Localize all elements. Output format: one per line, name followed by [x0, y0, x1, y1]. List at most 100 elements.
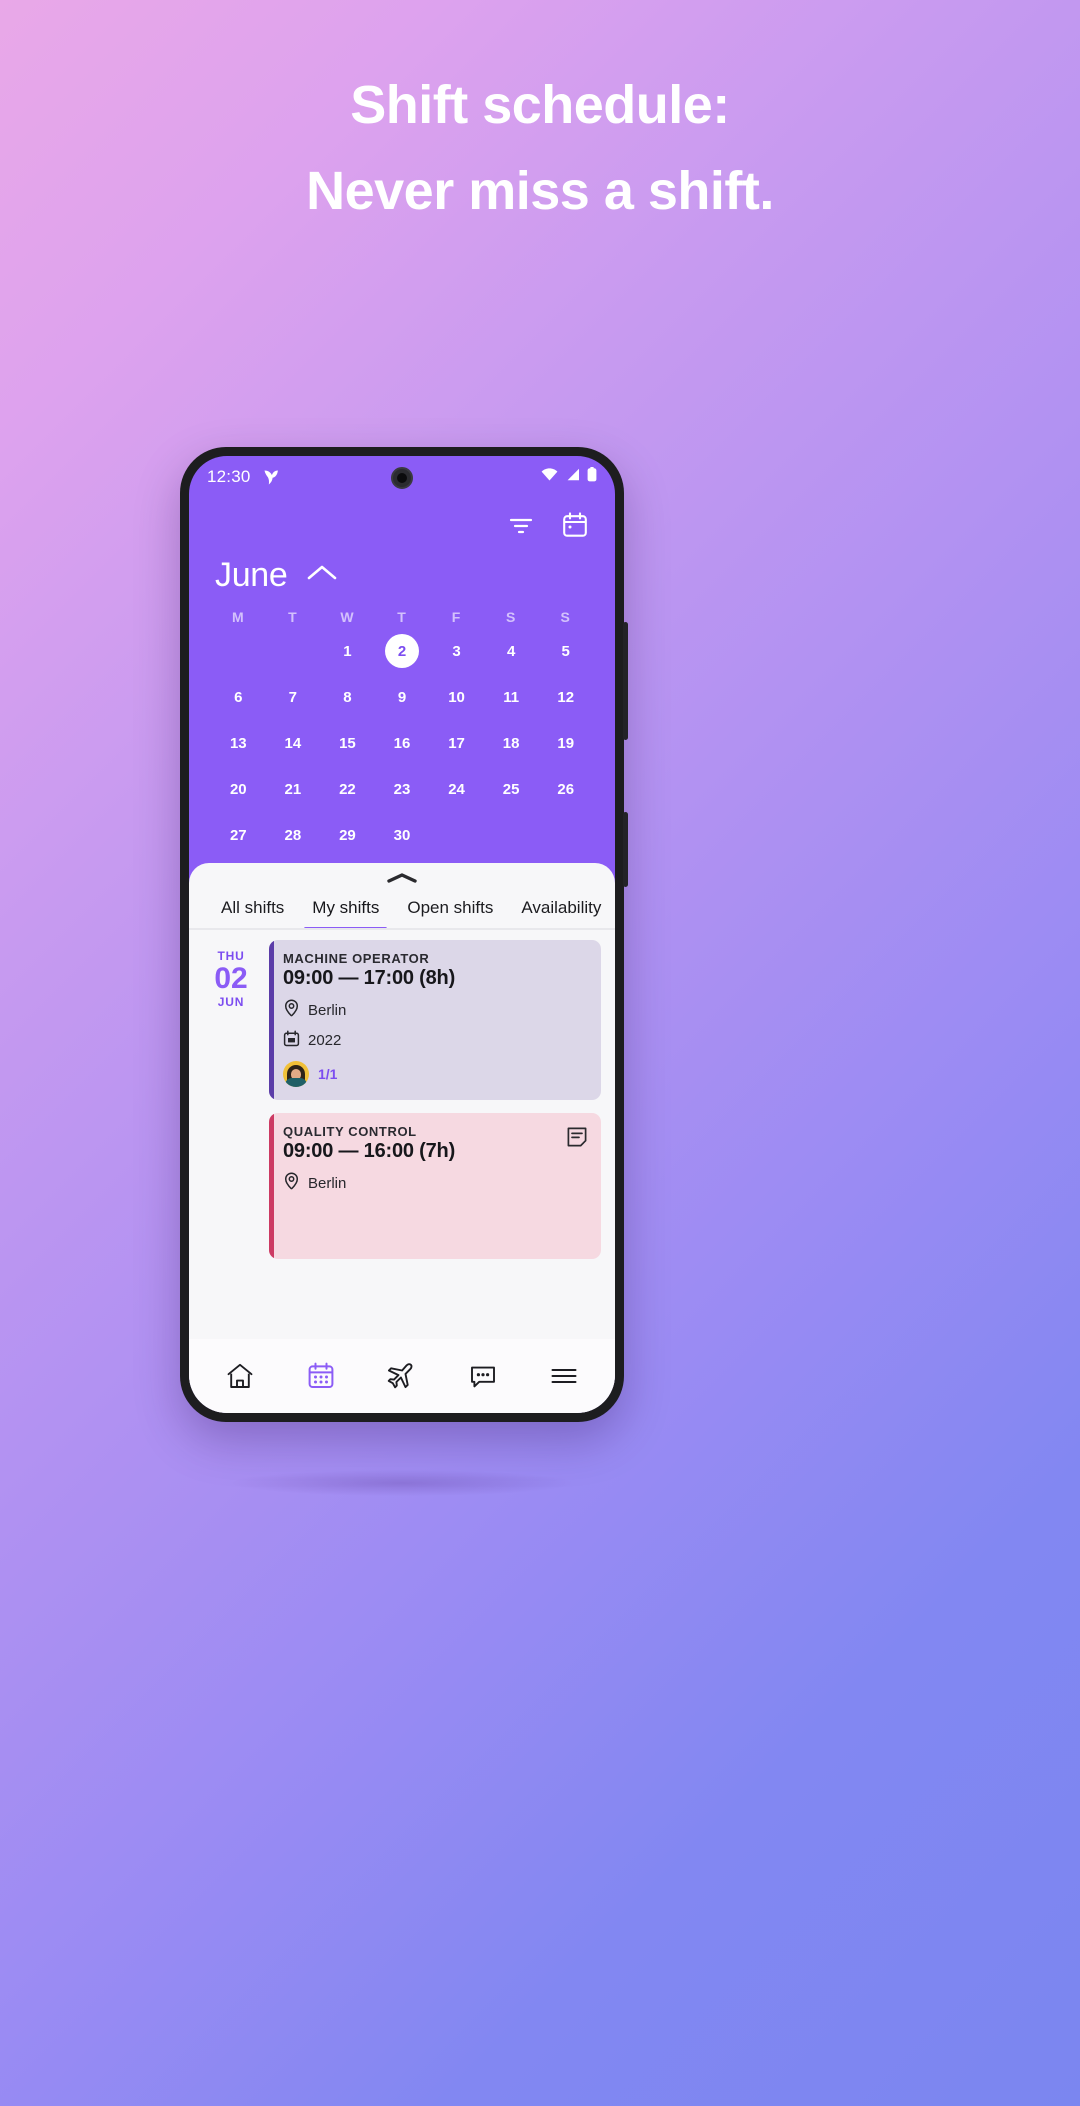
calendar-day-12[interactable]: 12	[538, 677, 593, 717]
calendar-day-21[interactable]: 21	[266, 769, 321, 809]
chevron-up-icon[interactable]	[306, 563, 338, 588]
shift-time-range: 09:00 — 16:00 (7h)	[283, 1140, 456, 1162]
nav-calendar-icon[interactable]	[306, 1361, 336, 1391]
promo-headline-line2: Never miss a shift.	[306, 161, 774, 221]
calendar-day-6[interactable]: 6	[211, 677, 266, 717]
shift-list-item[interactable]: THU 02 JUN MACHINE OPERATOR 09:00 — 17:0…	[203, 940, 601, 1100]
shift-role: QUALITY CONTROL	[283, 1124, 417, 1139]
calendar-day-14[interactable]: 14	[266, 723, 321, 763]
shift-location: Berlin	[283, 1172, 587, 1194]
shift-list-item[interactable]: QUALITY CONTROL 09:00 — 16:00 (7h) Berli…	[203, 1113, 601, 1259]
bird-logo-icon	[263, 468, 283, 486]
front-camera	[391, 467, 413, 489]
calendar-actions	[211, 498, 593, 552]
shift-role: MACHINE OPERATOR	[283, 951, 430, 966]
shift-group-label: 2022	[308, 1032, 342, 1049]
tab-open-shifts[interactable]: Open shifts	[393, 892, 507, 928]
calendar-day-18[interactable]: 18	[484, 723, 539, 763]
calendar-day-22[interactable]: 22	[320, 769, 375, 809]
shift-list-sheet: All shifts My shifts Open shifts Availab…	[189, 863, 615, 1413]
calendar-day-4[interactable]: 4	[484, 631, 539, 671]
month-selector[interactable]: June	[211, 552, 593, 609]
calendar-day-empty	[211, 631, 266, 671]
calendar-day-8[interactable]: 8	[320, 677, 375, 717]
calendar-day-9[interactable]: 9	[375, 677, 430, 717]
calendar-week-row: 27 28 29 30	[211, 815, 593, 855]
calendar-day-19[interactable]: 19	[538, 723, 593, 763]
calendar-weekday-header: M T W T F S S	[211, 609, 593, 625]
calendar-day-23[interactable]: 23	[375, 769, 430, 809]
calendar-day-20[interactable]: 20	[211, 769, 266, 809]
calendar-day-16[interactable]: 16	[375, 723, 430, 763]
calendar-day-24[interactable]: 24	[429, 769, 484, 809]
phone-screen: 12:30 June M T W T F S S 1 2 3 4 5 6 7 8…	[189, 456, 615, 1413]
battery-full-icon	[587, 467, 597, 487]
calendar-day-25[interactable]: 25	[484, 769, 539, 809]
shift-card[interactable]: MACHINE OPERATOR 09:00 — 17:00 (8h) Berl…	[269, 940, 601, 1100]
shift-date-dow: THU	[217, 949, 245, 963]
calendar-week-row: 13 14 15 16 17 18 19	[211, 723, 593, 763]
calendar-day-13[interactable]: 13	[211, 723, 266, 763]
calendar-day-empty	[266, 631, 321, 671]
shift-filler	[283, 1229, 587, 1246]
shift-staffing-ratio: 1/1	[318, 1066, 338, 1082]
location-pin-icon	[283, 1172, 300, 1194]
shift-date	[203, 1113, 259, 1122]
tab-all-shifts[interactable]: All shifts	[207, 892, 298, 928]
calendar-day-1[interactable]: 1	[320, 631, 375, 671]
calendar-day-empty	[484, 815, 539, 855]
calendar-day-26[interactable]: 26	[538, 769, 593, 809]
calendar-day-10[interactable]: 10	[429, 677, 484, 717]
bottom-navigation	[189, 1339, 615, 1413]
weekday-label: F	[451, 609, 462, 625]
filter-icon[interactable]	[507, 513, 535, 537]
status-bar: 12:30	[189, 456, 615, 498]
calendar-day-28[interactable]: 28	[266, 815, 321, 855]
shift-group: 2022	[283, 1030, 587, 1051]
calendar-week-row: 12345	[211, 631, 593, 671]
nav-chat-icon[interactable]	[468, 1361, 498, 1391]
status-bar-icons	[541, 467, 597, 487]
calendar-panel: June M T W T F S S 1 2 3 4 5 6 7 8 9 10 11 12 13 14 15…	[189, 498, 615, 863]
shift-tabs: All shifts My shifts Open shifts Availab…	[189, 884, 615, 930]
phone-drop-shadow	[232, 1470, 572, 1496]
calendar-icon[interactable]	[561, 511, 589, 539]
page-title: June	[215, 556, 288, 594]
weekday-label: M	[231, 609, 245, 625]
shift-filler	[283, 1203, 587, 1220]
calendar-day-selected: 2	[384, 634, 419, 668]
weekday-label: S	[505, 609, 517, 625]
calendar-day-30[interactable]: 30	[375, 815, 430, 855]
phone-mockup: 12:30 June M T W T F S S 1 2 3 4 5 6 7 8…	[180, 447, 628, 1422]
weekday-label: S	[560, 609, 571, 625]
shift-staffing: 1/1	[283, 1061, 587, 1087]
calendar-day-29[interactable]: 29	[320, 815, 375, 855]
shift-date-day: 02	[214, 962, 248, 995]
nav-menu-icon[interactable]	[549, 1361, 579, 1391]
drag-handle-icon[interactable]	[189, 863, 615, 884]
nav-home-icon[interactable]	[225, 1361, 255, 1391]
calendar-day-5[interactable]: 5	[538, 631, 593, 671]
shift-card[interactable]: QUALITY CONTROL 09:00 — 16:00 (7h) Berli…	[269, 1113, 601, 1259]
shift-date: THU 02 JUN	[203, 940, 259, 1009]
shift-location: Berlin	[283, 999, 587, 1021]
calendar-day-15[interactable]: 15	[320, 723, 375, 763]
calendar-day-3[interactable]: 3	[429, 631, 484, 671]
tab-my-shifts[interactable]: My shifts	[298, 892, 393, 928]
calendar-day-7[interactable]: 7	[266, 677, 321, 717]
note-icon[interactable]	[566, 1126, 588, 1153]
weekday-label: W	[340, 609, 355, 625]
calendar-day-27[interactable]: 27	[211, 815, 266, 855]
weekday-label: T	[397, 609, 407, 625]
shift-location-label: Berlin	[308, 1174, 347, 1192]
calendar-day-empty	[429, 815, 484, 855]
calendar-grid: 1 2 3 4 5 6 7 8 9 10 11 12 13 14 15 16 17 18 19 20 21 22 23 24 2…	[211, 631, 593, 855]
calendar-day-17[interactable]: 17	[429, 723, 484, 763]
calendar-day-2[interactable]: 2	[375, 631, 430, 671]
shift-time-range: 09:00 — 17:00 (8h)	[283, 967, 456, 989]
cellular-signal-icon	[565, 468, 580, 486]
calendar-day-empty	[538, 815, 593, 855]
tab-availability[interactable]: Availability	[507, 892, 615, 928]
nav-airplane-icon[interactable]	[387, 1361, 417, 1391]
calendar-day-11[interactable]: 11	[484, 677, 539, 717]
